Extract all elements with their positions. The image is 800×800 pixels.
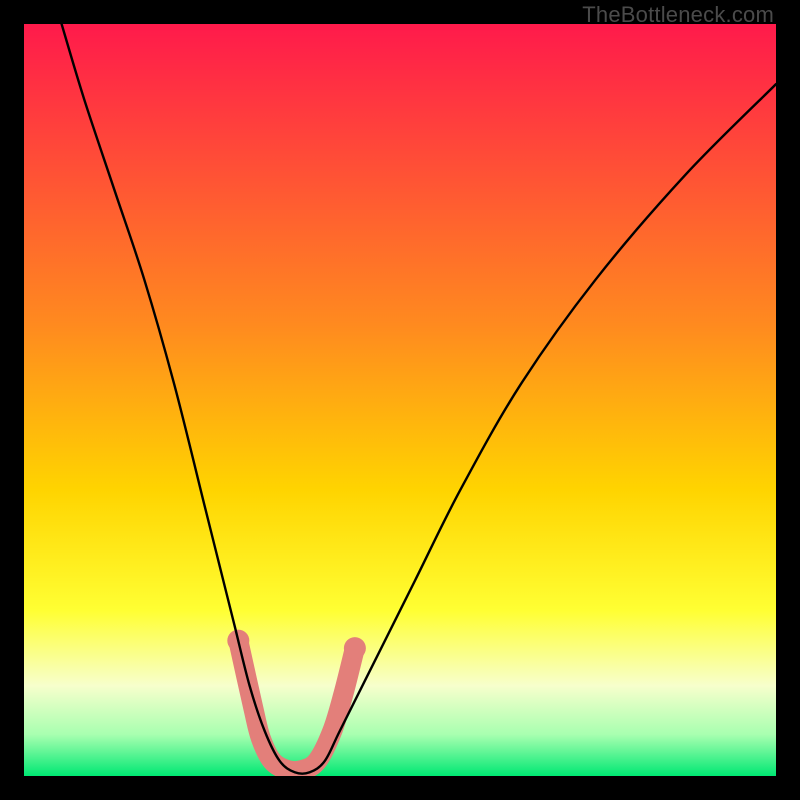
highlight-dot-end (344, 637, 366, 659)
bottleneck-curve (62, 24, 776, 774)
chart-frame (24, 24, 776, 776)
curve-layer (24, 24, 776, 776)
